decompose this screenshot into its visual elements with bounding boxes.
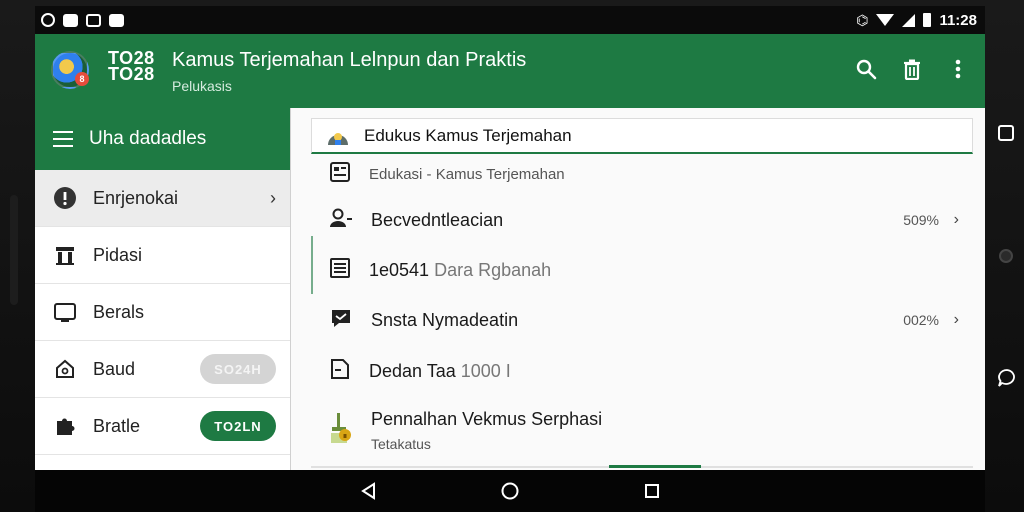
chevron-right-icon: › [953,211,959,228]
drawer-item-label: Berals [93,301,145,322]
device-side-key [10,195,18,305]
list-item-code: 1e0541 [369,259,430,280]
drawer-title: Uha dadadles [89,128,207,149]
list-icon [329,257,351,284]
section-header-title: Edukus Kamus Terjemahan [364,125,572,145]
drawer-item-bratle[interactable]: Bratle TO2LN [35,398,290,455]
list-item-label: Becvedntleacian [371,209,504,230]
signal-icon [902,13,916,27]
recents-button[interactable] [641,480,663,502]
square-icon [998,125,1014,141]
person-icon [329,207,353,234]
main-content: Edukus Kamus Terjemahan Edukasi - Kamus … [291,108,985,470]
chevron-right-icon: › [270,187,276,208]
photo-icon [63,13,78,27]
app-logo-badge-icon: 8 [75,72,89,86]
speech-bubble-icon [998,369,1015,387]
list-item-label: Pennalhan Vekmus Serphasi [371,408,603,429]
drawer-item-label: Baud [93,358,136,379]
list-item[interactable]: Dedan Taa 1000 I [311,351,973,391]
system-nav-bar [35,470,985,512]
app-actions [853,56,971,82]
status-pill[interactable]: SO24H [200,354,276,384]
list-item[interactable]: Edukasi - Kamus Terjemahan [311,160,973,188]
navigation-drawer: Uha dadadles Enrjenokai › Pidasi Berals … [35,108,291,470]
list-item-extra: Dara Rgbanah [434,259,552,280]
home-icon [53,357,77,381]
delete-icon [904,59,920,80]
puzzle-icon [53,414,77,438]
device-chat-button[interactable] [997,368,1017,393]
drawer-item-label: Bratle [93,415,141,436]
nfc-icon: ⌬ [856,11,869,28]
device-square-button[interactable] [997,124,1015,147]
more-button[interactable] [945,56,971,82]
home-button[interactable] [499,480,521,502]
status-bar: ⌬ 11:28 [35,6,985,34]
chat-icon [86,13,101,27]
status-bar-left [41,13,124,27]
image-icon [109,13,124,27]
search-button[interactable] [853,56,879,82]
list-item[interactable]: 1e0541 Dara Rgbanah [311,250,973,290]
search-icon [856,59,877,80]
lock-tree-icon [329,411,353,450]
drawer-item-baud[interactable]: Baud SO24H [35,341,290,398]
list-item-label: Snsta Nymadeatin [371,309,519,330]
drawer-header: Uha dadadles [35,108,290,170]
screen: ⌬ 11:28 8 TO28 TO28 Kamus Terjemahan Lel… [35,6,985,470]
status-pill[interactable]: TO2LN [200,411,276,441]
list-item-sublabel: Tetakatus [371,435,431,452]
list-item-value: 509% [903,212,939,228]
chevron-right-icon: › [953,311,959,328]
drawer-item-enrjenokai[interactable]: Enrjenokai › [35,170,290,227]
recents-icon [645,484,659,498]
dictionary-logo-icon [328,132,348,145]
drawer-item-berals[interactable]: Berals [35,284,290,341]
app-subtitle: Pelukasis [172,78,232,94]
list-item[interactable]: Pennalhan Vekmus Serphasi Tetakatus [311,404,973,456]
list-item[interactable]: Becvedntleacian 509% › [311,200,973,240]
delete-button[interactable] [899,56,925,82]
back-button[interactable] [357,480,379,502]
info-icon [53,186,77,210]
list-item-value: 002% [903,312,939,328]
status-bar-right: ⌬ 11:28 [856,12,977,29]
app-title: Kamus Terjemahan Lelnpun dan Praktis [172,49,527,71]
message-icon [329,306,353,335]
section-header[interactable]: Edukus Kamus Terjemahan [311,118,973,154]
wifi-icon [876,14,895,26]
list-item-extra: 1000 I [460,360,511,381]
drawer-item-label: Pidasi [93,244,143,265]
device-frame: ⌬ 11:28 8 TO28 TO28 Kamus Terjemahan Lel… [0,0,1024,512]
battery-icon [923,13,932,27]
list-item-label: Edukasi - Kamus Terjemahan [369,165,565,183]
calendar-icon [329,161,351,188]
list-item[interactable]: Snsta Nymadeatin 002% › [311,300,973,340]
more-icon [955,59,961,79]
list-item-text: Pennalhan Vekmus Serphasi Tetakatus [371,409,602,452]
home-icon [501,482,519,500]
app-code: TO28 TO28 [108,48,155,84]
back-icon [361,482,375,500]
drawer-item-pidasi[interactable]: Pidasi [35,227,290,284]
menu-icon[interactable] [53,131,73,147]
monitor-icon [53,300,77,324]
scroll-indicator [609,465,701,468]
app-bar: 8 TO28 TO28 Kamus Terjemahan Lelnpun dan… [35,34,985,108]
status-time: 11:28 [939,11,977,29]
list-item-title: Dedan Taa [369,360,456,381]
drawer-item-label: Enrjenokai [93,187,179,208]
android-debug-icon [41,13,55,27]
building-icon [53,243,77,267]
list-item-label: 1e0541 Dara Rgbanah [369,260,551,281]
device-camera [997,247,1015,270]
file-icon [329,358,351,385]
camera-icon [999,249,1013,263]
list-item-label: Dedan Taa 1000 I [369,361,511,382]
